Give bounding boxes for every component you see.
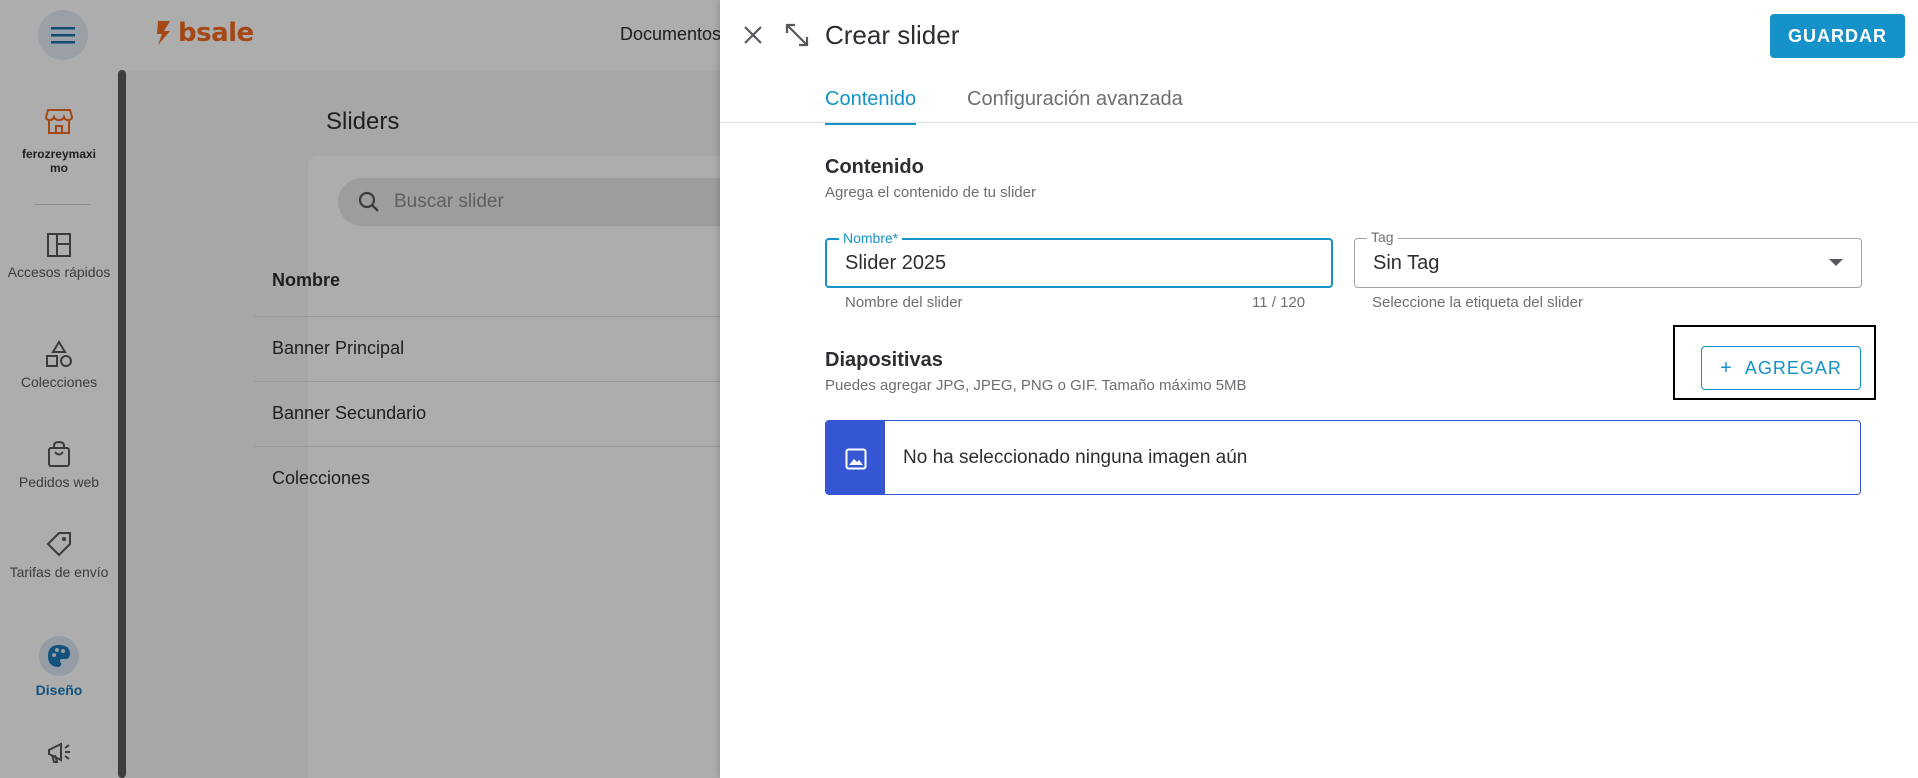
plus-icon: + <box>1720 357 1733 379</box>
section-subtitle-diapositivas: Puedes agregar JPG, JPEG, PNG o GIF. Tam… <box>825 377 1247 394</box>
add-slide-button[interactable]: + AGREGAR <box>1701 346 1861 390</box>
section-title-diapositivas: Diapositivas <box>825 349 943 371</box>
expand-icon <box>785 23 809 47</box>
tag-field-helper: Seleccione la etiqueta del slider <box>1372 294 1583 311</box>
tab-contenido[interactable]: Contenido <box>825 88 917 125</box>
image-icon-container <box>826 421 885 494</box>
save-button[interactable]: GUARDAR <box>1770 14 1905 58</box>
empty-slides-alert: No ha seleccionado ninguna imagen aún <box>825 420 1861 495</box>
name-field-value: Slider 2025 <box>845 252 947 274</box>
tab-configuracion-avanzada[interactable]: Configuración avanzada <box>967 88 1183 123</box>
create-slider-drawer: Crear slider GUARDAR Contenido Configura… <box>720 0 1918 778</box>
name-field-helper: Nombre del slider <box>845 294 963 311</box>
add-slide-label: AGREGAR <box>1744 357 1842 378</box>
tab-bar: Contenido Configuración avanzada <box>720 78 1918 125</box>
tag-field-label: Tag <box>1367 229 1398 245</box>
name-field-label: Nombre* <box>839 230 903 246</box>
drawer-title: Crear slider <box>825 20 960 50</box>
expand-button[interactable] <box>782 20 812 50</box>
modal-backdrop[interactable] <box>0 0 720 778</box>
dropdown-caret-icon <box>1829 259 1843 266</box>
section-title-contenido: Contenido <box>825 156 924 178</box>
name-field[interactable]: Nombre* Slider 2025 <box>825 230 1333 288</box>
tag-select[interactable]: Tag Sin Tag <box>1354 229 1862 288</box>
name-field-counter: 11 / 120 <box>1252 294 1306 311</box>
close-button[interactable] <box>738 20 768 50</box>
tag-field-value: Sin Tag <box>1373 252 1440 274</box>
close-icon <box>744 26 762 44</box>
section-subtitle-contenido: Agrega el contenido de tu slider <box>825 184 1036 201</box>
empty-slides-text: No ha seleccionado ninguna imagen aún <box>903 447 1248 468</box>
image-icon <box>845 448 866 469</box>
